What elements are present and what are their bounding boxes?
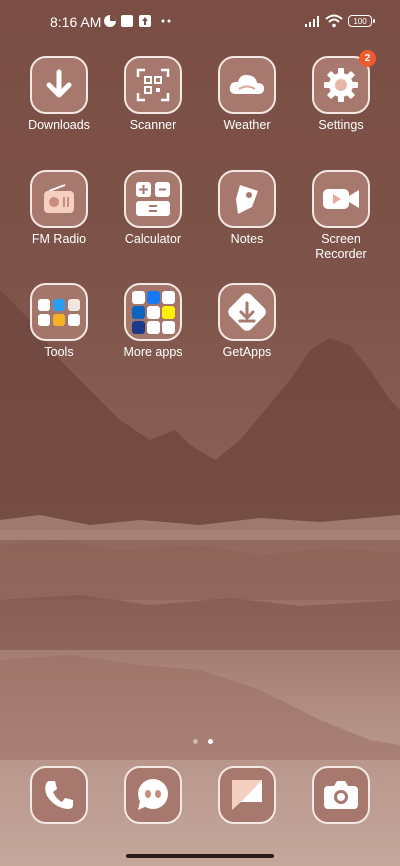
- page-dot[interactable]: [193, 739, 198, 744]
- dock-phone[interactable]: [12, 766, 106, 824]
- status-time: 8:16 AM: [50, 14, 102, 30]
- chat-bubble-icon: [138, 779, 168, 810]
- folder-app-icon: [131, 290, 145, 304]
- app-label: Weather: [223, 118, 271, 132]
- wifi-icon: [325, 14, 343, 28]
- folder-app-icon: [68, 313, 80, 326]
- signal-icon: [304, 14, 322, 28]
- fm-radio-tile[interactable]: [30, 170, 88, 228]
- notes-tile[interactable]: [218, 170, 276, 228]
- pen-nib-icon: [236, 185, 258, 214]
- camera-tile[interactable]: [312, 766, 370, 824]
- app-screen-recorder[interactable]: Screen Recorder: [294, 170, 388, 262]
- more-apps-folder-tile[interactable]: [124, 283, 182, 341]
- app-downloads[interactable]: Downloads: [12, 56, 106, 133]
- folder-tools[interactable]: Tools: [12, 283, 106, 360]
- folder-app-icon: [146, 320, 160, 334]
- downloads-tile[interactable]: [30, 56, 88, 114]
- folder-app-icon: [38, 313, 50, 326]
- download-arrow-icon: [46, 69, 72, 98]
- messenger-tile[interactable]: [124, 766, 182, 824]
- app-notes[interactable]: Notes: [200, 170, 294, 247]
- folder-app-icon: [131, 305, 145, 319]
- calculator-tile[interactable]: [124, 170, 182, 228]
- folder-app-icon: [38, 298, 50, 311]
- app-label: Tools: [44, 345, 74, 359]
- phone-icon: [45, 781, 73, 809]
- data-saver-icon: [103, 14, 117, 28]
- scanner-tile[interactable]: [124, 56, 182, 114]
- home-indicator[interactable]: [126, 854, 274, 858]
- app-label: Scanner: [129, 118, 177, 132]
- status-bar: 8:16 AM 100: [0, 0, 400, 44]
- folder-app-icon: [161, 305, 175, 319]
- folder-app-icon: [146, 305, 160, 319]
- upload-icon: [138, 14, 152, 28]
- app-scanner[interactable]: Scanner: [106, 56, 200, 133]
- getapps-tile[interactable]: [218, 283, 276, 341]
- app-label: GetApps: [222, 345, 272, 359]
- getapps-icon: [228, 293, 266, 331]
- more-dots-icon: [160, 14, 174, 28]
- folder-app-icon: [161, 290, 175, 304]
- folder-more-apps[interactable]: More apps: [106, 283, 200, 360]
- battery-indicator: 100: [348, 15, 375, 27]
- calculator-icon: [136, 182, 170, 216]
- qr-scanner-icon: [136, 68, 170, 102]
- message-icon: [232, 780, 262, 810]
- page-indicator: [190, 731, 216, 749]
- app-getapps[interactable]: GetApps: [200, 283, 294, 360]
- video-camera-icon: [323, 189, 359, 209]
- phone-tile[interactable]: [30, 766, 88, 824]
- app-calculator[interactable]: Calculator: [106, 170, 200, 247]
- app-weather[interactable]: Weather: [200, 56, 294, 133]
- radio-icon: [44, 184, 74, 213]
- app-label: Settings: [318, 118, 364, 132]
- folder-app-icon: [146, 290, 160, 304]
- settings-tile[interactable]: 2: [312, 50, 376, 114]
- app-settings[interactable]: 2 Settings: [294, 50, 388, 133]
- messages-tile[interactable]: [218, 766, 276, 824]
- app-label: Screen Recorder: [315, 232, 367, 261]
- camera-icon: [324, 781, 358, 809]
- screen-recorder-tile[interactable]: [312, 170, 370, 228]
- tools-folder-tile[interactable]: [30, 283, 88, 341]
- folder-app-icon: [53, 313, 65, 326]
- cloud-icon: [229, 74, 265, 94]
- app-label: FM Radio: [31, 232, 87, 246]
- folder-app-icon: [161, 320, 175, 334]
- notification-square-icon: [120, 14, 134, 28]
- gear-icon: [324, 68, 358, 102]
- folder-app-icon: [53, 298, 65, 311]
- app-label: Calculator: [124, 232, 182, 246]
- app-label: More apps: [123, 345, 183, 359]
- app-label: Notes: [230, 232, 264, 246]
- dock-messages[interactable]: [200, 766, 294, 824]
- weather-tile[interactable]: [218, 56, 276, 114]
- notification-badge: 2: [359, 50, 376, 67]
- folder-app-icon: [68, 298, 80, 311]
- dock-messenger[interactable]: [106, 766, 200, 824]
- folder-app-icon: [131, 320, 145, 334]
- app-fm-radio[interactable]: FM Radio: [12, 170, 106, 247]
- app-label: Downloads: [28, 118, 90, 132]
- dock-camera[interactable]: [294, 766, 388, 824]
- page-dot-active[interactable]: [208, 739, 214, 744]
